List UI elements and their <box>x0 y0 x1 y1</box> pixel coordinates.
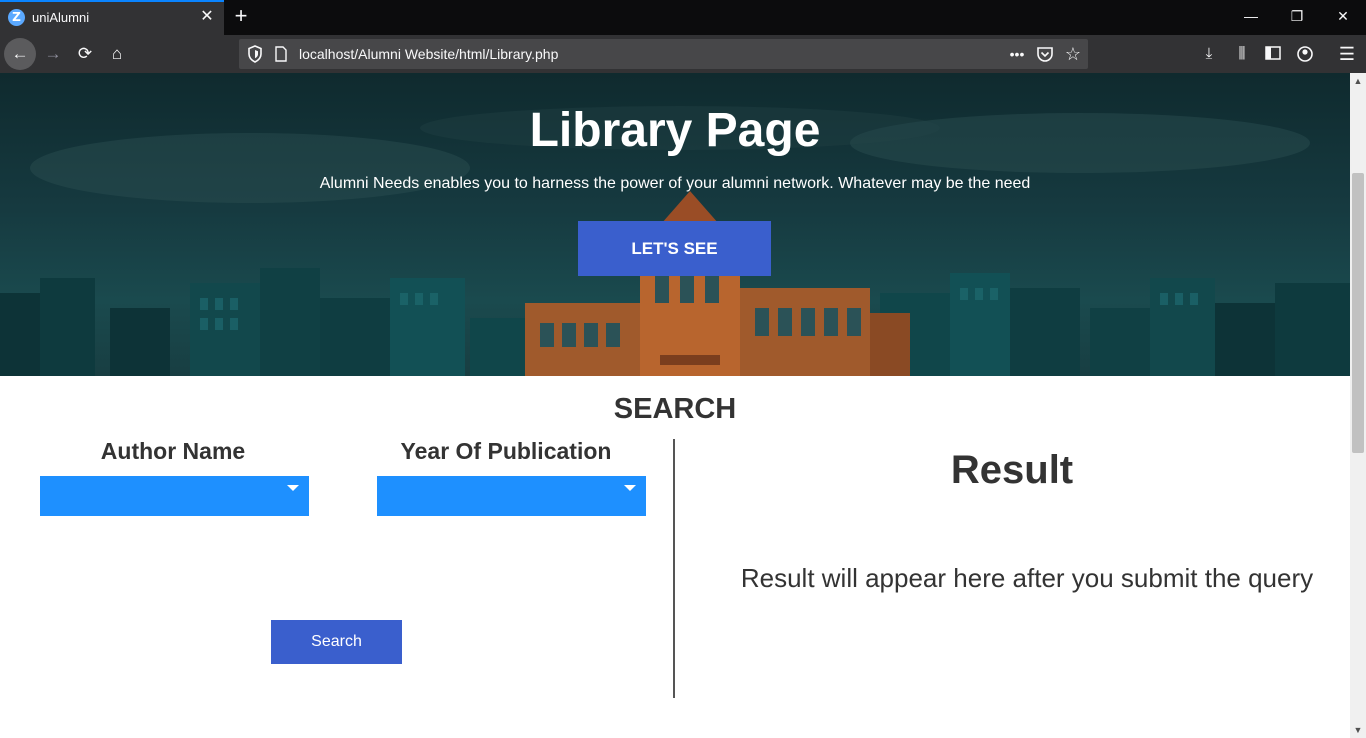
vertical-divider <box>673 439 675 698</box>
sidebar-icon[interactable] <box>1261 45 1285 63</box>
bookmark-star-icon[interactable]: ☆ <box>1062 44 1084 64</box>
minimize-icon[interactable]: — <box>1228 0 1274 32</box>
back-arrow-icon[interactable]: ← <box>4 38 36 70</box>
page-actions-icon[interactable]: ••• <box>1006 44 1028 64</box>
forward-arrow-icon[interactable]: → <box>37 38 69 70</box>
url-text[interactable]: localhost/Alumni Website/html/Library.ph… <box>299 46 558 62</box>
author-name-select[interactable] <box>40 476 309 516</box>
year-of-publication-select[interactable] <box>377 476 646 516</box>
web-page: Library Page Alumni Needs enables you to… <box>0 73 1350 738</box>
menu-hamburger-icon[interactable]: ☰ <box>1334 41 1360 67</box>
tab-close-icon[interactable]: ✕ <box>198 8 216 26</box>
lets-see-button[interactable]: LET'S SEE <box>578 221 771 276</box>
chevron-down-icon <box>624 485 636 491</box>
result-message: Result will appear here after you submit… <box>740 563 1314 593</box>
navigation-toolbar: ← → ⟳ ⌂ localhost/Alumni Website/html/Li… <box>0 35 1366 73</box>
hero-subtitle: Alumni Needs enables you to harness the … <box>319 175 1031 192</box>
page-icon <box>275 46 287 62</box>
result-title: Result <box>950 448 1074 492</box>
restore-icon[interactable]: ❐ <box>1274 0 1320 32</box>
page-scrollbar[interactable]: ▲ ▼ <box>1350 73 1366 738</box>
tab-bar: Z uniAlumni ✕ + — ❐ ✕ <box>0 0 1366 35</box>
search-button[interactable]: Search <box>271 620 402 664</box>
page-title: Library Page <box>529 104 821 157</box>
home-icon[interactable]: ⌂ <box>101 38 133 70</box>
account-icon[interactable] <box>1293 45 1317 63</box>
downloads-icon[interactable]: ⤓ <box>1196 41 1222 67</box>
library-icon[interactable]: ⫼ <box>1229 41 1255 67</box>
author-name-label: Author Name <box>100 438 246 464</box>
search-heading: SEARCH <box>613 393 737 425</box>
scroll-down-icon[interactable]: ▼ <box>1350 722 1366 738</box>
scroll-up-icon[interactable]: ▲ <box>1350 73 1366 89</box>
tab-title: uniAlumni <box>32 10 90 25</box>
shield-icon[interactable] <box>247 45 263 63</box>
pocket-icon[interactable] <box>1034 44 1056 64</box>
year-of-publication-label: Year Of Publication <box>400 438 612 464</box>
tab-favicon-icon: Z <box>8 9 25 26</box>
url-bar[interactable]: localhost/Alumni Website/html/Library.ph… <box>239 39 1088 69</box>
scroll-thumb[interactable] <box>1352 173 1364 453</box>
tab-unialumni[interactable]: Z uniAlumni ✕ <box>0 0 224 35</box>
reload-icon[interactable]: ⟳ <box>69 38 101 70</box>
close-window-icon[interactable]: ✕ <box>1320 0 1366 32</box>
chevron-down-icon <box>287 485 299 491</box>
new-tab-icon[interactable]: + <box>230 4 252 30</box>
hero-banner: Library Page Alumni Needs enables you to… <box>0 73 1350 376</box>
